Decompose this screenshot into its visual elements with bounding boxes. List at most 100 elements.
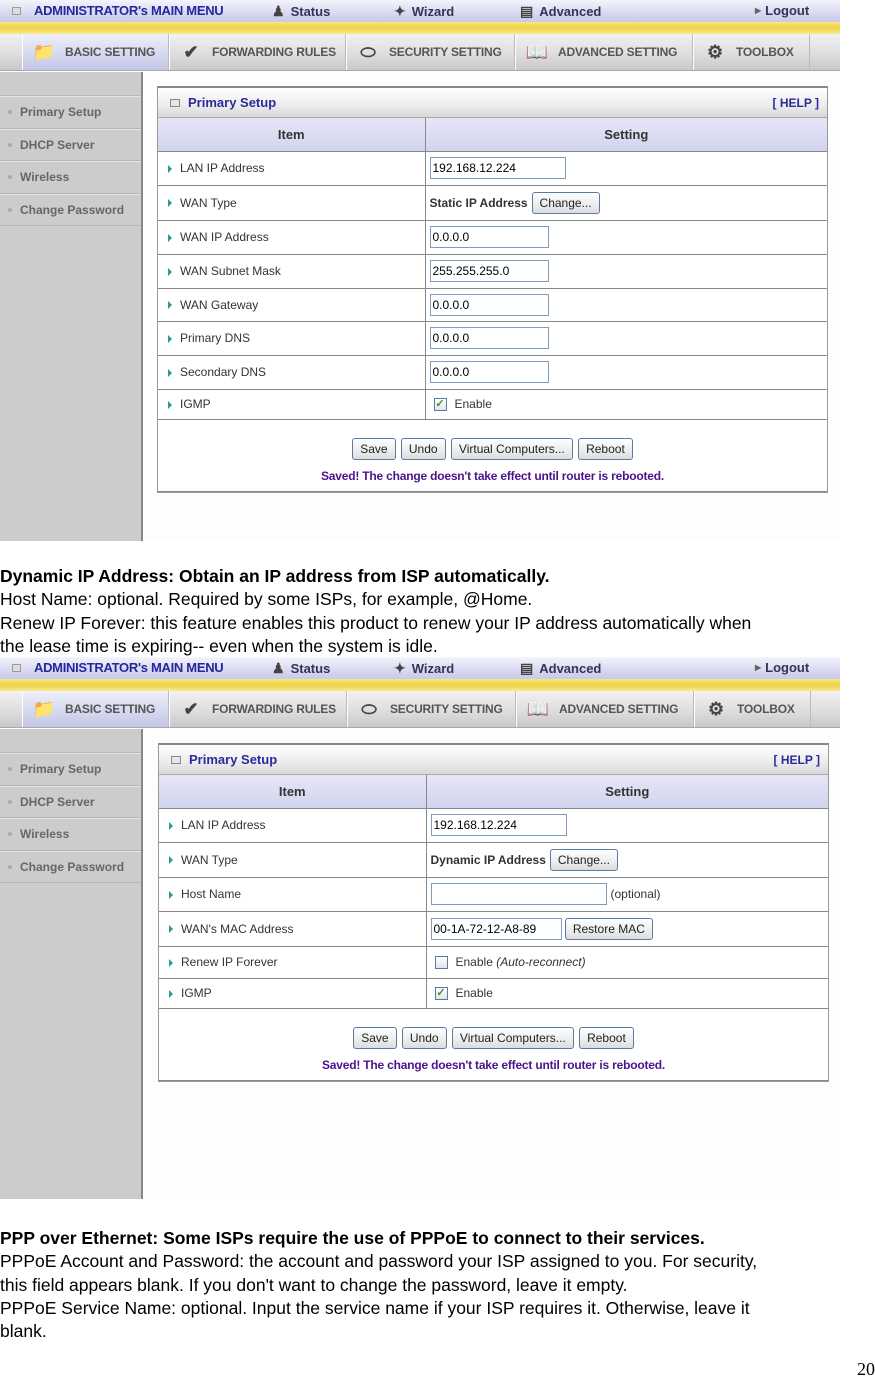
sidebar-item-wireless[interactable]: Wireless (0, 161, 141, 194)
tab-label: TOOLBOX (736, 45, 794, 59)
table-header-row: Item Setting (158, 118, 827, 152)
sidebar-item-dhcp-server[interactable]: DHCP Server (0, 785, 141, 818)
advanced-icon: 📖 (526, 698, 550, 719)
tab-forwarding-rules[interactable]: ✔ FORWARDING RULES (169, 34, 346, 70)
dynamic-ip-heading: Dynamic IP Address: Obtain an IP address… (0, 566, 550, 586)
main-menu-bar: ADMINISTRATOR's MAIN MENU ♟ Status ✦ Wizar… (0, 657, 840, 679)
save-button[interactable]: Save (352, 437, 396, 460)
renew-ip-checkbox[interactable] (434, 956, 448, 970)
table-row: LAN IP Address (159, 808, 828, 843)
wizard-link[interactable]: ✦ Wizard (394, 660, 454, 677)
row-label-text: LAN IP Address (180, 161, 265, 175)
bullet-icon (8, 832, 12, 837)
tab-toolbox[interactable]: ⚙ TOOLBOX (693, 34, 810, 70)
sidebar-item-primary-setup[interactable]: Primary Setup (0, 753, 141, 786)
tab-basic-setting[interactable]: 📁 BASIC SETTING (22, 34, 169, 70)
action-row: Save Undo Virtual Computers... Reboot Sa… (159, 1008, 828, 1081)
help-link[interactable]: [ HELP ] (774, 753, 820, 767)
sidebar-item-wireless[interactable]: Wireless (0, 818, 141, 851)
logout-label: Logout (765, 3, 810, 18)
security-icon: ⬭ (361, 698, 377, 719)
sidebar-item-change-password[interactable]: Change Password (0, 850, 141, 883)
bullet-icon (8, 799, 12, 804)
pppoe-service-text-2: blank. (0, 1321, 47, 1342)
wan-gateway-input[interactable] (429, 293, 549, 316)
virtual-computers-button[interactable]: Virtual Computers... (450, 437, 573, 460)
lan-ip-input[interactable] (429, 157, 566, 179)
save-button[interactable]: Save (353, 1026, 397, 1049)
sidebar-item-dhcp-server[interactable]: DHCP Server (0, 128, 141, 161)
row-label: Secondary DNS (158, 355, 426, 390)
row-label-text: WAN Gateway (180, 297, 259, 312)
reboot-button[interactable]: Reboot (579, 1026, 634, 1049)
advanced-link[interactable]: ▤ Advanced (520, 3, 601, 20)
virtual-computers-button[interactable]: Virtual Computers... (451, 1026, 574, 1049)
logout-link[interactable]: ▶ Logout (755, 3, 809, 18)
tab-label: FORWARDING RULES (212, 702, 336, 716)
row-setting (425, 355, 827, 390)
restore-mac-button[interactable]: Restore MAC (564, 917, 653, 940)
sidebar-item-label: DHCP Server (20, 137, 95, 152)
sidebar-item-primary-setup[interactable]: Primary Setup (0, 96, 141, 129)
wan-subnet-mask-input[interactable] (429, 260, 549, 282)
tab-security-setting[interactable]: ⬭ SECURITY SETTING (346, 34, 515, 70)
wizard-icon: ✦ (394, 3, 406, 19)
tab-advanced-setting[interactable]: 📖 ADVANCED SETTING (516, 691, 694, 727)
logout-link[interactable]: ▶ Logout (755, 660, 809, 675)
row-label: LAN IP Address (158, 151, 426, 186)
table-row: Host Name (optional) (159, 877, 828, 912)
row-setting: Restore MAC (426, 911, 828, 947)
menu-square-icon (12, 7, 21, 15)
pppoe-account-text-2: this field appears blank. If you don't w… (0, 1274, 628, 1295)
wan-type-value: Dynamic IP Address (430, 852, 546, 867)
status-label: Status (290, 4, 331, 19)
wizard-label: Wizard (411, 661, 455, 676)
tab-forwarding-rules[interactable]: ✔ FORWARDING RULES (169, 691, 347, 727)
primary-dns-input[interactable] (429, 327, 549, 349)
undo-button[interactable]: Undo (401, 1026, 447, 1049)
change-wan-type-button[interactable]: Change... (549, 848, 618, 871)
sidebar-item-label: Change Password (20, 202, 125, 217)
lan-ip-input[interactable] (430, 814, 567, 836)
tab-basic-setting[interactable]: 📁 BASIC SETTING (22, 691, 169, 727)
tab-advanced-setting[interactable]: 📖 ADVANCED SETTING (515, 34, 693, 70)
row-label: WAN's MAC Address (159, 911, 427, 947)
undo-button[interactable]: Undo (400, 437, 446, 460)
bullet-icon (8, 175, 12, 180)
row-setting: (optional) (426, 877, 828, 912)
host-name-input[interactable] (430, 883, 607, 905)
sidebar-item-label: Wireless (20, 827, 70, 842)
arrow-icon (168, 334, 172, 343)
status-link[interactable]: ♟ Status (272, 3, 330, 20)
folder-icon: 📁 (32, 698, 56, 719)
table-row: WAN Subnet Mask (158, 254, 827, 289)
sidebar-item-label: Primary Setup (20, 105, 102, 120)
settings-table: ItemSetting LAN IP Address WAN Type Dyna… (159, 775, 828, 1081)
tab-bar: 📁 BASIC SETTING ✔ FORWARDING RULES ⬭ SECURI… (0, 691, 840, 728)
row-label-text: Renew IP Forever (181, 955, 278, 969)
arrow-icon (169, 821, 173, 830)
arrow-icon (168, 199, 172, 208)
sidebar-item-change-password[interactable]: Change Password (0, 193, 141, 226)
wan-ip-input[interactable] (429, 226, 549, 248)
help-link[interactable]: [ HELP ] (773, 96, 819, 110)
reboot-button[interactable]: Reboot (578, 437, 633, 460)
panel-title: Primary Setup (170, 95, 276, 110)
row-label: Primary DNS (158, 321, 426, 356)
igmp-checkbox[interactable]: ✓ (434, 987, 448, 1001)
advanced-link[interactable]: ▤ Advanced (520, 660, 601, 677)
wizard-link[interactable]: ✦ Wizard (394, 3, 454, 20)
row-setting: ✓ Enable (426, 978, 828, 1009)
arrow-icon (168, 164, 172, 173)
change-wan-type-button[interactable]: Change... (531, 191, 600, 214)
igmp-checkbox[interactable]: ✓ (433, 398, 447, 412)
arrow-icon (169, 925, 173, 934)
wan-mac-input[interactable] (430, 917, 562, 940)
secondary-dns-input[interactable] (429, 361, 549, 383)
tab-toolbox[interactable]: ⚙ TOOLBOX (694, 691, 811, 727)
status-link[interactable]: ♟ Status (272, 660, 330, 677)
row-label: WAN Type (159, 842, 427, 878)
tab-security-setting[interactable]: ⬭ SECURITY SETTING (347, 691, 516, 727)
row-label-text: IGMP (181, 986, 212, 1000)
bullet-icon (8, 110, 12, 115)
